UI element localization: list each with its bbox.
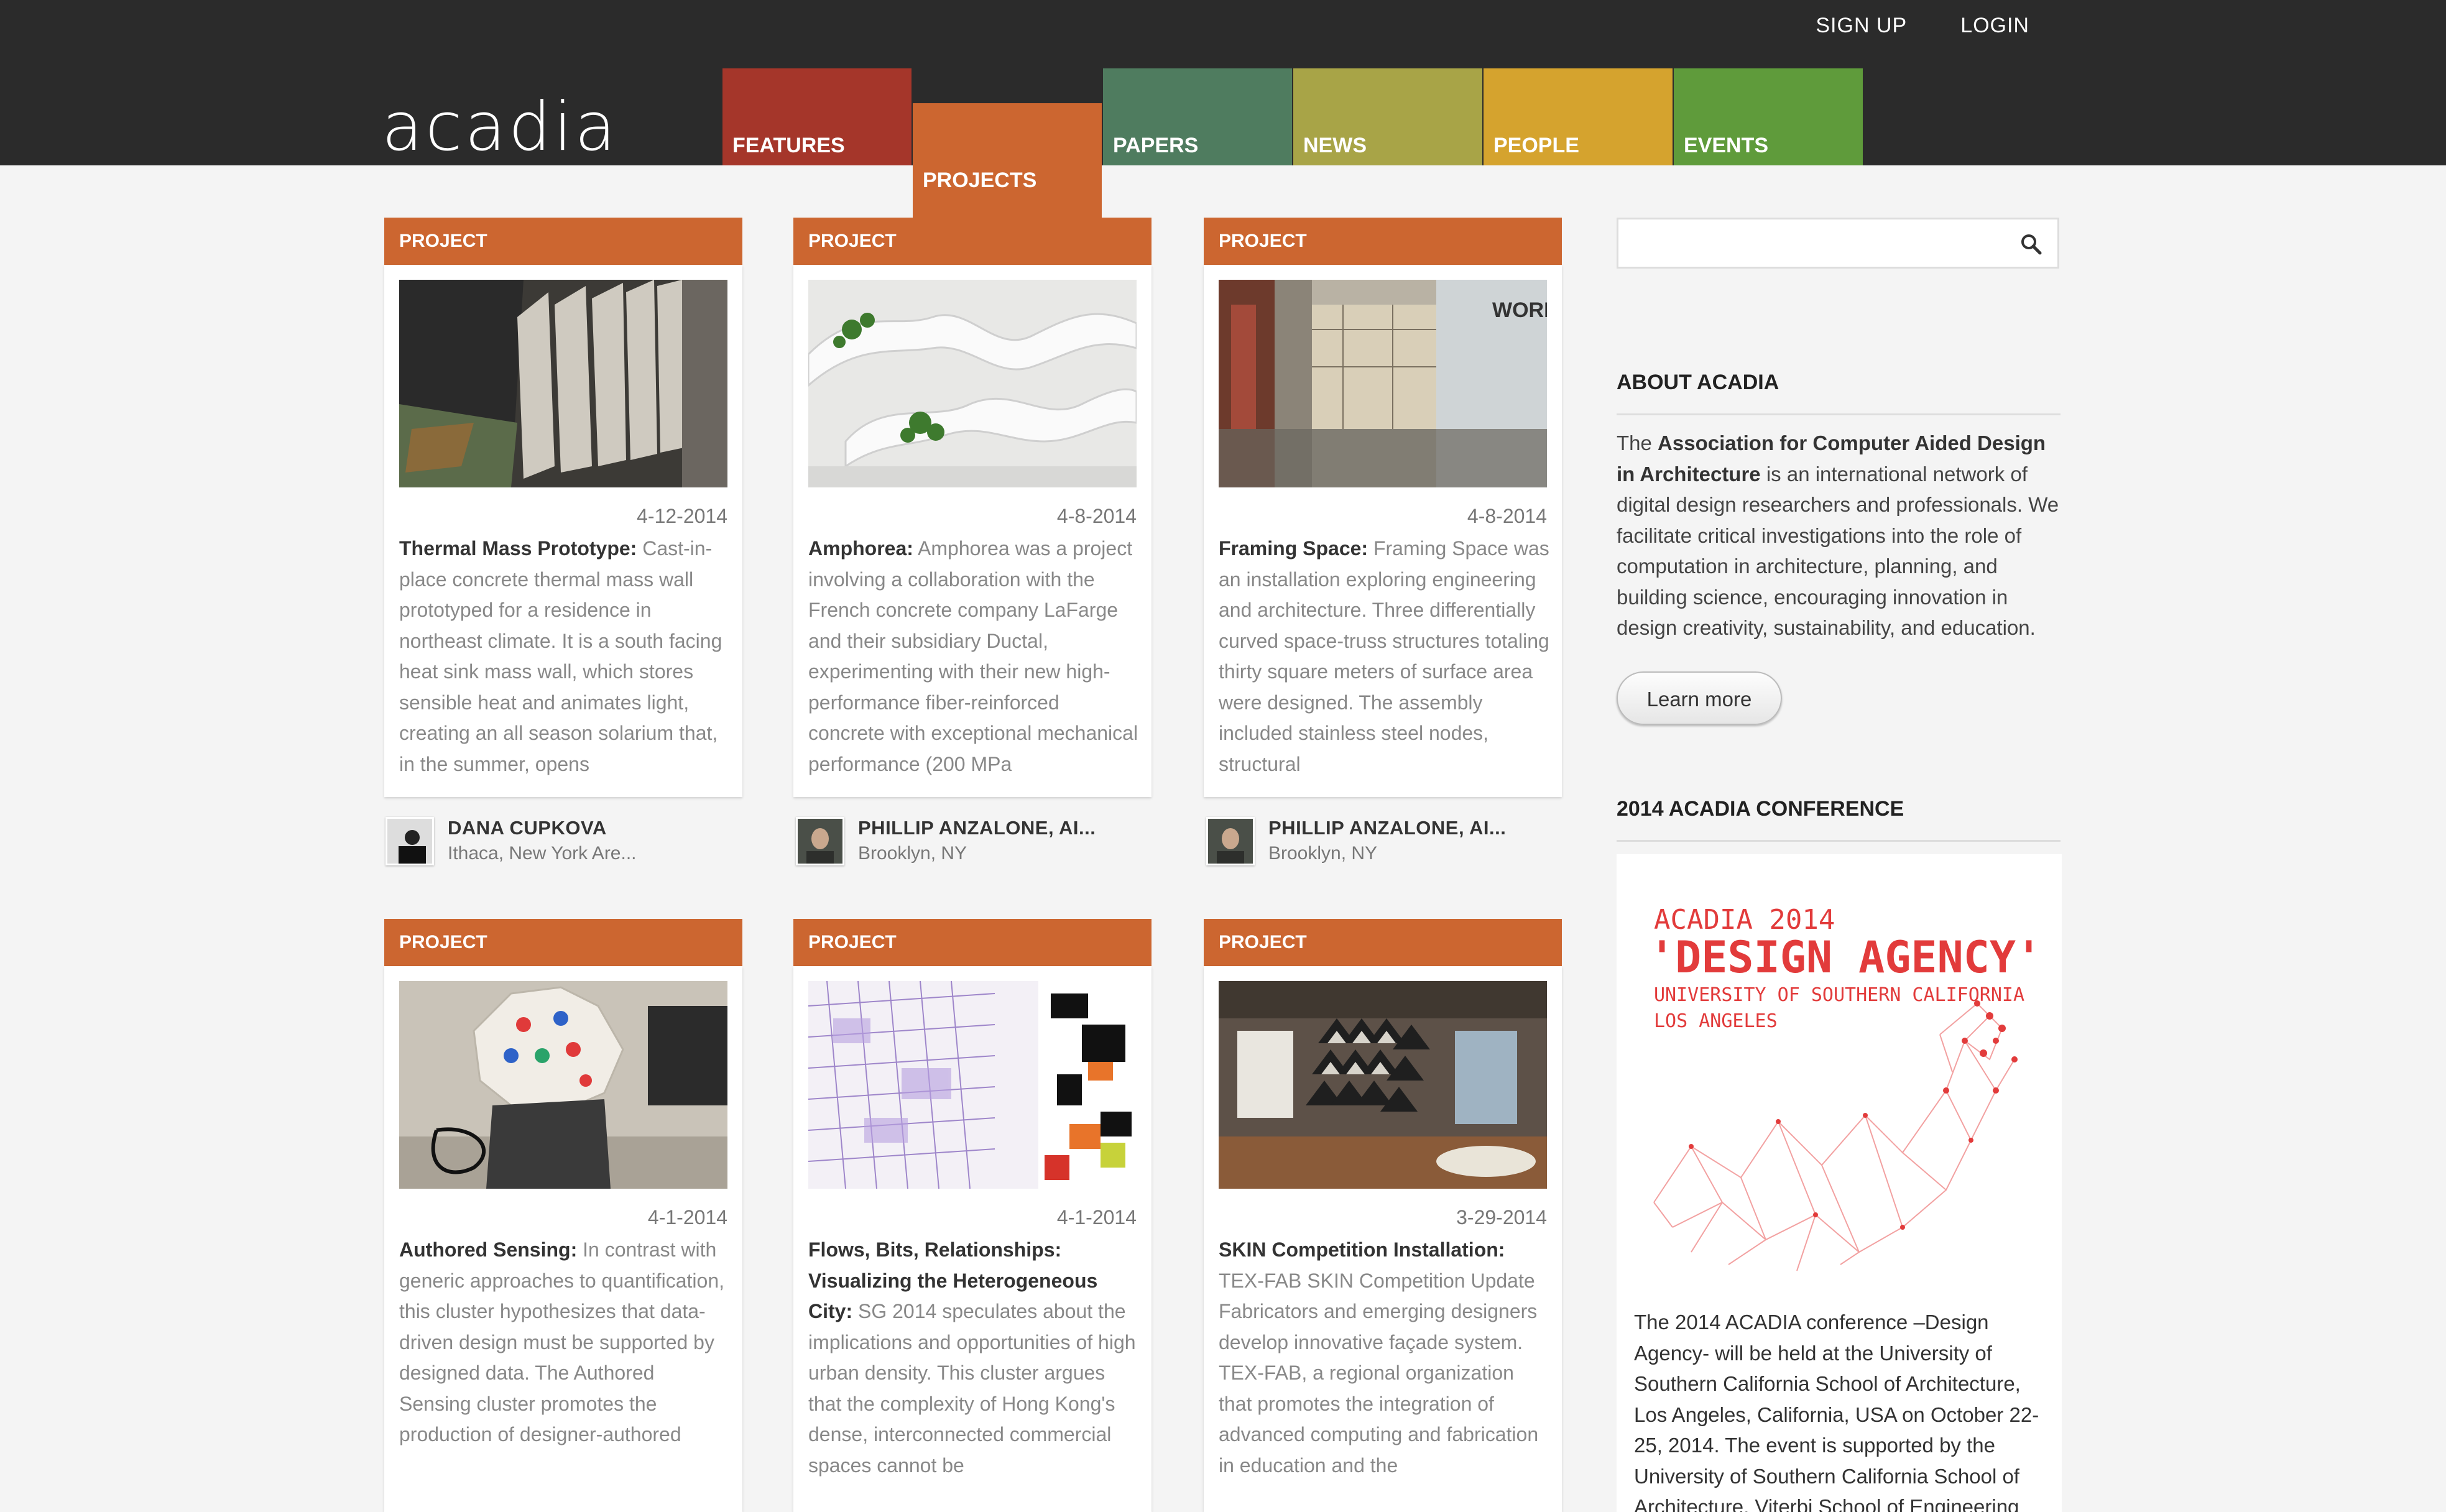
card-tag: PROJECT [384,218,742,265]
nav-tab-label: PEOPLE [1493,134,1579,157]
poster-line-3: UNIVERSITY OF SOUTHERN CALIFORNIA [1654,984,2024,1006]
about-text: The Association for Computer Aided Desig… [1617,428,2064,643]
author-location: Brooklyn, NY [1268,843,1378,864]
nav-tab-papers[interactable]: PAPERS [1103,68,1292,165]
card-text: Cast-in-place concrete thermal mass wall… [399,537,722,775]
author-name[interactable]: DANA CUPKOVA [448,817,637,839]
nav-tab-label: FEATURES [732,134,845,157]
learn-more-button[interactable]: Learn more [1617,671,1782,725]
card-date: 4-8-2014 [1467,505,1547,527]
author-avatar[interactable] [1206,817,1255,865]
project-card[interactable]: 4-1-2014 Flows, Bits, Relationships: Vis… [793,966,1151,1512]
card-tag: PROJECT [793,218,1151,265]
nav-tab-label: PAPERS [1113,134,1199,157]
card-author[interactable]: PHILLIP ANZALONE, AI... Brooklyn, NY [796,817,1096,865]
about-heading: ABOUT ACADIA [1617,371,2061,415]
top-bar: SIGN UP LOGIN acadia FEATURES PROJECTS P… [0,0,2446,234]
card-text: SG 2014 speculates about the implication… [808,1300,1136,1477]
poster-line-4: LOS ANGELES [1654,1010,1778,1032]
card-tag: PROJECT [1204,919,1562,966]
author-avatar[interactable] [796,817,844,865]
project-thumbnail[interactable] [399,981,727,1189]
card-description: Authored Sensing: In contrast with gener… [399,1235,730,1450]
author-location: Brooklyn, NY [858,843,967,864]
author-name[interactable]: PHILLIP ANZALONE, AI... [1268,817,1506,839]
project-card[interactable]: 4-1-2014 Authored Sensing: In contrast w… [384,966,742,1512]
project-thumbnail[interactable] [399,280,727,487]
nav-tab-people[interactable]: PEOPLE [1484,68,1673,165]
search-icon[interactable] [2020,233,2042,256]
nav-tab-label: EVENTS [1684,134,1769,157]
card-title[interactable]: SKIN Competition Installation: [1219,1238,1505,1261]
card-description: Amphorea: Amphorea was a project involvi… [808,533,1139,780]
search-box[interactable] [1617,218,2059,269]
search-input[interactable] [1618,219,2016,268]
card-author[interactable]: PHILLIP ANZALONE, AI... Brooklyn, NY [1206,817,1506,865]
card-title[interactable]: Framing Space: [1219,537,1368,560]
login-link[interactable]: LOGIN [1960,14,2029,38]
card-description: Framing Space: Framing Space was an inst… [1219,533,1549,780]
card-author[interactable]: DANA CUPKOVA Ithaca, New York Are... [385,817,637,865]
nav-tab-features[interactable]: FEATURES [722,68,911,165]
poster-line-1: ACADIA 2014 [1654,904,1835,936]
author-location: Ithaca, New York Are... [448,843,637,864]
card-description: Thermal Mass Prototype: Cast-in-place co… [399,533,730,780]
card-description: SKIN Competition Installation: TEX-FAB S… [1219,1235,1549,1481]
card-text: In contrast with generic approaches to q… [399,1238,725,1445]
card-text: TEX-FAB SKIN Competition Update Fabricat… [1219,1269,1539,1477]
about-post: is an international network of digital d… [1617,462,2059,640]
card-tag: PROJECT [793,919,1151,966]
nav-tab-label: NEWS [1303,134,1367,157]
card-date: 4-12-2014 [637,505,727,527]
card-tag: PROJECT [1204,218,1562,265]
card-title[interactable]: Thermal Mass Prototype: [399,537,637,560]
conference-description: The 2014 ACADIA conference –Design Agenc… [1634,1311,2039,1512]
card-title[interactable]: Amphorea: [808,537,913,560]
card-date: 4-8-2014 [1056,505,1137,527]
poster-line-2: 'DESIGN AGENCY' [1649,932,2042,983]
svg-text:WORK: WORK [1492,298,1547,322]
account-links: SIGN UP LOGIN [1816,14,2029,38]
card-date: 3-29-2014 [1456,1206,1547,1228]
conference-poster[interactable]: ACADIA 2014 'DESIGN AGENCY' UNIVERSITY O… [1617,854,2062,1512]
nav-tab-news[interactable]: NEWS [1293,68,1482,165]
card-tag: PROJECT [384,919,742,966]
card-text: Amphorea was a project involving a colla… [808,537,1138,775]
card-date: 4-1-2014 [1056,1206,1137,1228]
project-card[interactable]: 4-12-2014 Thermal Mass Prototype: Cast-i… [384,265,742,797]
sign-up-link[interactable]: SIGN UP [1816,14,1907,38]
conference-heading: 2014 ACADIA CONFERENCE [1617,797,2061,842]
project-card[interactable]: 3-29-2014 SKIN Competition Installation:… [1204,966,1562,1512]
author-name[interactable]: PHILLIP ANZALONE, AI... [858,817,1096,839]
card-title[interactable]: Authored Sensing: [399,1238,577,1261]
nav-tab-label: PROJECTS [923,168,1037,192]
project-card[interactable]: WORK 4-8-2014 Framing Space: Framing Spa… [1204,265,1562,797]
card-date: 4-1-2014 [647,1206,727,1228]
acadia-logo[interactable]: acadia [382,93,618,162]
main-nav: FEATURES PROJECTS PAPERS NEWS PEOPLE EVE… [722,68,1864,234]
about-pre: The [1617,431,1658,454]
card-description: Flows, Bits, Relationships: Visualizing … [808,1235,1139,1481]
author-avatar[interactable] [385,817,434,865]
project-thumbnail[interactable]: WORK [1219,280,1547,487]
card-text: Framing Space was an installation explor… [1219,537,1549,775]
nav-tab-projects[interactable]: PROJECTS [913,103,1102,234]
project-card[interactable]: 4-8-2014 Amphorea: Amphorea was a projec… [793,265,1151,797]
project-thumbnail[interactable] [808,280,1137,487]
nav-tab-events[interactable]: EVENTS [1674,68,1863,165]
project-thumbnail[interactable] [808,981,1137,1189]
project-thumbnail[interactable] [1219,981,1547,1189]
